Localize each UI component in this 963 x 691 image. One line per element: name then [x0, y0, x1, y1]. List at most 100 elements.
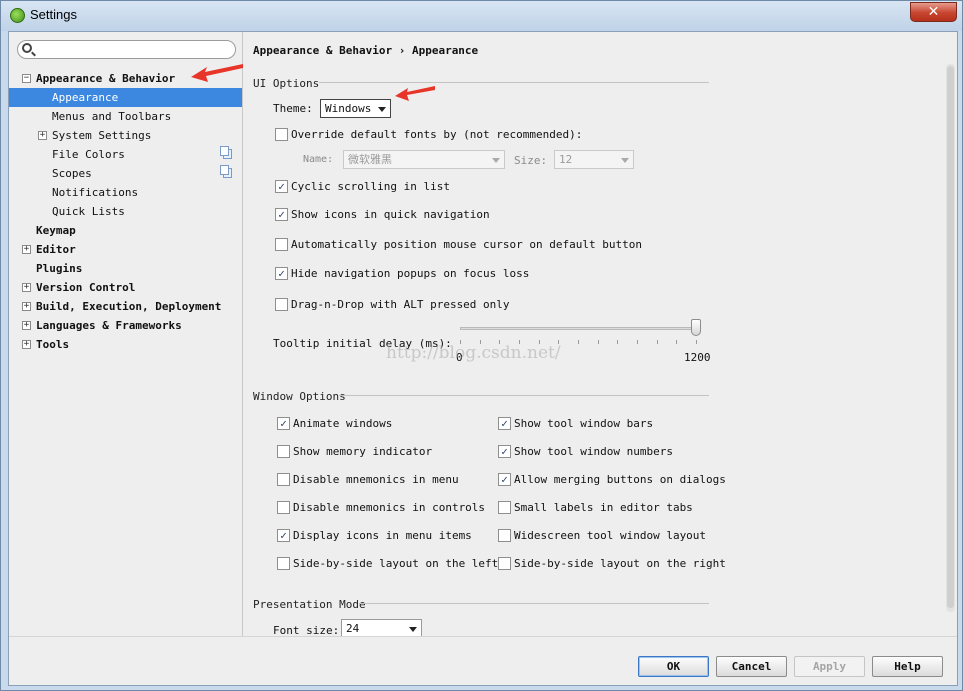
option-label: Hide navigation popups on focus loss — [291, 267, 530, 280]
option-checkbox[interactable]: ✓ — [275, 208, 288, 221]
search-input[interactable] — [17, 40, 236, 59]
slider-tick — [637, 340, 638, 344]
font-name-select[interactable]: 微软雅黑 — [343, 150, 505, 169]
close-button[interactable]: ✕ — [910, 2, 957, 22]
sidebar-item-label: Plugins — [36, 262, 83, 275]
window-option-checkbox[interactable]: ✓ — [498, 445, 511, 458]
chevron-down-icon — [492, 158, 500, 163]
window-option-label: Display icons in menu items — [293, 529, 472, 542]
expand-icon[interactable]: + — [22, 245, 31, 254]
window-option-checkbox[interactable] — [498, 501, 511, 514]
slider-tick — [578, 340, 579, 344]
sidebar-item-label: Scopes — [52, 167, 92, 180]
dialog-body: − Appearance & Behavior Appearance Menus an… — [8, 31, 958, 686]
ok-button[interactable]: OK — [638, 656, 709, 677]
sidebar-item-label: Tools — [36, 338, 70, 351]
window-option-checkbox[interactable] — [277, 501, 290, 514]
copy-icon — [220, 165, 232, 178]
theme-label: Theme: — [273, 102, 313, 115]
breadcrumb-separator: › — [398, 44, 406, 57]
arrow-shape — [191, 64, 243, 82]
window-option-label: Side-by-side layout on the left — [293, 557, 499, 570]
breadcrumb: Appearance & Behavior › Appearance — [253, 44, 478, 57]
slider-tick — [696, 340, 697, 344]
sidebar-item[interactable]: Appearance — [9, 88, 242, 107]
sidebar-item[interactable]: + Tools — [9, 335, 242, 354]
title-bar[interactable]: Settings ✕ — [1, 1, 962, 31]
window-option-checkbox[interactable] — [277, 445, 290, 458]
window-option-label: Animate windows — [293, 417, 393, 430]
ui-options-title: UI Options — [253, 77, 320, 90]
expand-icon[interactable]: + — [22, 340, 31, 349]
tooltip-delay-slider[interactable] — [460, 327, 698, 330]
option-checkbox[interactable]: ✓ — [275, 180, 288, 193]
sidebar-item-label: Menus and Toolbars — [52, 110, 172, 123]
window-option-checkbox[interactable]: ✓ — [498, 417, 511, 430]
font-size-select[interactable]: 12 — [554, 150, 634, 169]
window-option-checkbox[interactable] — [277, 473, 290, 486]
sidebar-item-label: Notifications — [52, 186, 139, 199]
slider-handle[interactable] — [691, 319, 701, 336]
collapse-icon[interactable]: − — [22, 74, 31, 83]
sidebar-item-label: File Colors — [52, 148, 125, 161]
font-size-label: Size: — [514, 154, 548, 167]
sidebar-item[interactable]: Plugins — [9, 259, 242, 278]
vertical-scrollbar[interactable] — [946, 64, 955, 612]
sidebar-item[interactable]: + Languages & Frameworks — [9, 316, 242, 335]
expand-icon[interactable]: + — [22, 302, 31, 311]
theme-select[interactable]: Windows — [320, 99, 391, 118]
presentation-font-size-select[interactable]: 24 — [341, 619, 422, 636]
option-checkbox[interactable] — [275, 238, 288, 251]
sidebar-item[interactable]: Notifications — [9, 183, 242, 202]
sidebar-item-label: Version Control — [36, 281, 136, 294]
chevron-down-icon — [621, 158, 629, 163]
chevron-down-icon — [378, 107, 386, 112]
option-checkbox[interactable]: ✓ — [275, 267, 288, 280]
window-option-label: Disable mnemonics in menu — [293, 473, 459, 486]
slider-tick — [598, 340, 599, 344]
window-option-checkbox[interactable] — [277, 557, 290, 570]
option-label: Cyclic scrolling in list — [291, 180, 450, 193]
apply-button[interactable]: Apply — [794, 656, 865, 677]
sidebar-item[interactable]: Keymap — [9, 221, 242, 240]
window-title: Settings — [30, 7, 77, 22]
window-option-checkbox[interactable] — [498, 529, 511, 542]
help-button[interactable]: Help — [872, 656, 943, 677]
expand-icon[interactable]: + — [38, 131, 47, 140]
sidebar-item-label: System Settings — [52, 129, 152, 142]
expand-icon[interactable]: + — [22, 321, 31, 330]
font-name-label: Name: — [303, 154, 334, 165]
sidebar-item[interactable]: Scopes — [9, 164, 242, 183]
annotation-arrow-icon — [395, 86, 435, 101]
option-checkbox[interactable] — [275, 298, 288, 311]
sidebar-item[interactable]: + Version Control — [9, 278, 242, 297]
settings-window: Settings ✕ − Appearance & Behavior Appeara… — [0, 0, 963, 691]
search-icon — [22, 43, 32, 53]
sidebar-item-label: Languages & Frameworks — [36, 319, 182, 332]
sidebar-item[interactable]: + System Settings — [9, 126, 242, 145]
sidebar-item[interactable]: Menus and Toolbars — [9, 107, 242, 126]
window-option-checkbox[interactable]: ✓ — [277, 417, 290, 430]
sidebar-item[interactable]: + Editor — [9, 240, 242, 259]
presentation-font-size-value: 24 — [346, 622, 360, 635]
option-label: Show icons in quick navigation — [291, 208, 490, 221]
window-option-checkbox[interactable]: ✓ — [277, 529, 290, 542]
sidebar-item[interactable]: Quick Lists — [9, 202, 242, 221]
font-size-value: 12 — [559, 153, 573, 166]
settings-content: Appearance & Behavior › Appearance UI Op… — [244, 32, 957, 636]
annotation-arrow-icon — [191, 64, 243, 82]
sidebar-item[interactable]: File Colors — [9, 145, 242, 164]
sidebar-item-label: Appearance & Behavior — [36, 72, 176, 85]
expand-icon[interactable]: + — [22, 283, 31, 292]
copy-icon — [220, 146, 232, 159]
window-option-label: Small labels in editor tabs — [514, 501, 693, 514]
presentation-font-size-label: Font size: — [273, 624, 340, 636]
override-fonts-checkbox[interactable] — [275, 128, 288, 141]
window-options-divider — [339, 395, 709, 396]
cancel-button[interactable]: Cancel — [716, 656, 787, 677]
window-option-checkbox[interactable] — [498, 557, 511, 570]
breadcrumb-parent[interactable]: Appearance & Behavior — [253, 44, 392, 57]
window-option-checkbox[interactable]: ✓ — [498, 473, 511, 486]
chevron-down-icon — [409, 627, 417, 632]
sidebar-item[interactable]: + Build, Execution, Deployment — [9, 297, 242, 316]
